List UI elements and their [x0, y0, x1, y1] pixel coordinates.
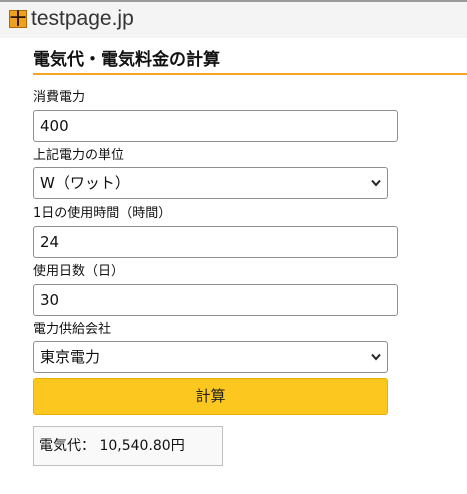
power-input[interactable] — [33, 110, 398, 142]
page-title: 電気代・電気料金の計算 — [33, 50, 220, 70]
chevron-down-icon — [371, 179, 381, 187]
chevron-down-icon — [371, 353, 381, 361]
site-header: 十 testpage.jp — [0, 0, 467, 38]
company-select[interactable]: 東京電力 — [33, 341, 388, 373]
company-label: 電力供給会社 — [33, 322, 112, 337]
hours-label: 1日の使用時間（時間） — [33, 206, 172, 221]
company-select-value: 東京電力 — [40, 348, 101, 366]
site-logo-icon[interactable]: 十 — [9, 10, 27, 28]
site-name-link[interactable]: testpage.jp — [31, 7, 134, 31]
result-value: 10,540.80円 — [99, 438, 185, 454]
result-label: 電気代： — [39, 438, 95, 454]
days-input[interactable] — [33, 284, 398, 316]
title-underline — [33, 73, 467, 75]
unit-select[interactable]: W（ワット） — [33, 167, 388, 199]
power-label: 消費電力 — [33, 90, 86, 105]
unit-label: 上記電力の単位 — [33, 148, 125, 163]
unit-select-value: W（ワット） — [40, 174, 130, 192]
result-box: 電気代： 10,540.80円 — [33, 426, 223, 466]
calculate-button[interactable]: 計算 — [33, 378, 388, 415]
days-label: 使用日数（日） — [33, 264, 125, 279]
hours-input[interactable] — [33, 226, 398, 258]
